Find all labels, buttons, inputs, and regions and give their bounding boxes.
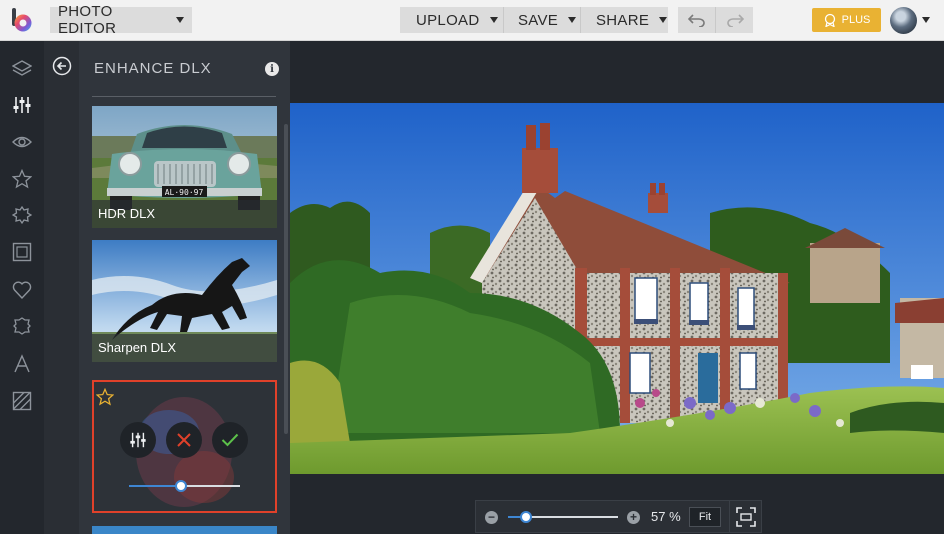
cottage-photo	[290, 103, 944, 474]
effect-thumb-sharpen-dlx[interactable]: Sharpen DLX	[92, 240, 277, 362]
tool-rail	[0, 41, 44, 534]
rail-layers[interactable]	[10, 57, 34, 81]
rail-overlays[interactable]	[10, 314, 34, 338]
rail-text[interactable]	[10, 352, 34, 376]
effect-thumb-next[interactable]	[92, 526, 277, 534]
text-icon	[14, 354, 30, 373]
zoom-divider	[729, 501, 730, 532]
flower-icon	[12, 205, 32, 225]
photo-editor-menu[interactable]: PHOTO EDITOR	[50, 3, 192, 37]
upload-label: UPLOAD	[416, 11, 480, 29]
panel-divider	[92, 96, 276, 97]
edit-sliders-icon	[13, 97, 31, 113]
redo-button[interactable]	[715, 7, 753, 33]
plus-label: PLUS	[841, 14, 871, 26]
cancel-effect-button[interactable]	[166, 422, 202, 458]
rail-textures[interactable]	[10, 389, 34, 413]
back-arrow-icon[interactable]	[52, 56, 72, 76]
save-button[interactable]: SAVE	[504, 7, 580, 33]
avatar[interactable]	[890, 7, 917, 34]
star-icon	[12, 169, 32, 189]
texture-icon	[12, 391, 32, 411]
upload-button[interactable]: UPLOAD	[400, 7, 503, 33]
top-bar: PHOTO EDITOR UPLOAD SAVE SHARE PLUS	[0, 0, 944, 41]
fullscreen-icon[interactable]	[736, 507, 756, 527]
chevron-down-icon	[568, 17, 577, 23]
chevron-down-icon	[489, 17, 498, 23]
plus-upgrade-button[interactable]: PLUS	[812, 8, 881, 32]
photo-editor-label: PHOTO EDITOR	[58, 3, 117, 37]
rail-frames[interactable]	[10, 240, 34, 264]
effect-label: Sharpen DLX	[92, 334, 277, 362]
frame-icon	[12, 242, 32, 262]
sliders-icon	[130, 432, 146, 448]
info-icon[interactable]: i	[265, 62, 279, 76]
effect-amount-fill	[129, 485, 182, 487]
undo-icon	[687, 14, 705, 27]
chevron-down-icon	[659, 17, 668, 23]
layers-icon	[12, 60, 32, 76]
badge-icon	[824, 13, 835, 27]
rail-artsy[interactable]	[10, 167, 34, 191]
puzzle-icon	[13, 317, 31, 335]
chevron-down-icon	[176, 17, 184, 23]
zoom-slider[interactable]	[519, 511, 532, 523]
undo-button[interactable]	[678, 7, 715, 33]
redo-icon	[726, 14, 744, 27]
effect-thumb-hdr-dlx[interactable]: AL·90·97 HDR DLX	[92, 106, 277, 228]
close-icon	[177, 433, 191, 447]
effect-thumb-selected[interactable]	[92, 380, 277, 513]
heart-icon	[12, 281, 32, 300]
zoom-in-icon[interactable]: +	[627, 511, 640, 524]
share-label: SHARE	[596, 11, 650, 29]
panel-back-column	[44, 41, 79, 534]
rail-edit[interactable]	[10, 93, 34, 117]
eye-icon	[12, 136, 32, 148]
svg-text:AL·90·97: AL·90·97	[165, 188, 204, 197]
history-controls	[678, 7, 753, 33]
zoom-percent: 57 %	[651, 509, 681, 524]
app-logo[interactable]	[9, 7, 35, 33]
effect-label: HDR DLX	[92, 200, 277, 228]
chevron-down-icon[interactable]	[922, 17, 930, 23]
zoom-out-icon[interactable]: −	[485, 511, 498, 524]
photo-image[interactable]	[290, 103, 944, 474]
save-label: SAVE	[518, 11, 559, 29]
rail-graphics[interactable]	[10, 278, 34, 302]
zoom-bar: − + 57 % Fit	[475, 500, 762, 533]
share-button[interactable]: SHARE	[581, 7, 668, 33]
apply-effect-button[interactable]	[212, 422, 248, 458]
fit-button[interactable]: Fit	[689, 507, 721, 527]
rail-touch-up[interactable]	[10, 203, 34, 227]
favorite-star-icon[interactable]	[96, 388, 114, 406]
panel-title: ENHANCE DLX	[94, 60, 212, 77]
rail-effects[interactable]	[10, 130, 34, 154]
effect-settings-button[interactable]	[120, 422, 156, 458]
panel-scrollbar[interactable]	[284, 124, 288, 434]
check-icon	[221, 433, 239, 447]
